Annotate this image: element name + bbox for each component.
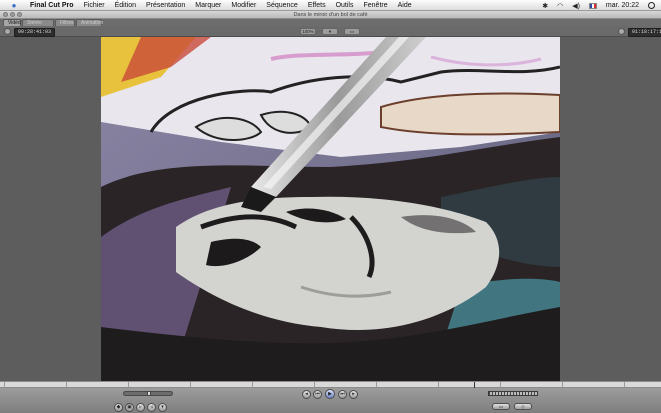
wifi-icon[interactable]: ◠ xyxy=(557,2,563,10)
menu-outils[interactable]: Outils xyxy=(336,2,354,9)
apple-menu-icon[interactable]: ● xyxy=(8,1,20,10)
tab-stereo[interactable]: Stéréo (a1a2) xyxy=(22,19,54,33)
mark-in-icon: ▹ xyxy=(139,404,142,410)
mark-out-button[interactable]: ◃ xyxy=(147,403,156,412)
menu-bar: ● Final Cut Pro Fichier Édition Présenta… xyxy=(0,0,661,11)
previous-edit-icon: ⏮ xyxy=(315,391,320,397)
spotlight-icon[interactable] xyxy=(648,2,655,9)
window-title: Dans le miroir d'un bol de café xyxy=(293,12,368,18)
tab-filtres[interactable]: Filtres xyxy=(55,19,75,26)
play-around-button[interactable]: ▸ xyxy=(349,390,358,399)
mark-clip-icon: ◆ xyxy=(116,404,121,410)
match-frame-button[interactable]: ▣ xyxy=(125,403,134,412)
show-match-frame-button[interactable]: ▭ xyxy=(492,403,510,410)
view-popup[interactable]: ▾ xyxy=(322,28,338,35)
overlay-icon: ▭ xyxy=(349,29,355,34)
french-flag-icon[interactable] xyxy=(588,2,597,9)
menu-presentation[interactable]: Présentation xyxy=(146,2,185,9)
mark-clip-button[interactable]: ◆ xyxy=(114,403,123,412)
overlay-popup[interactable]: ▭ xyxy=(344,28,360,35)
menu-effets[interactable]: Effets xyxy=(308,2,326,9)
current-timecode[interactable]: 01:18:17:11 xyxy=(628,28,661,37)
menu-fenetre[interactable]: Fenêtre xyxy=(364,2,388,9)
play-in-to-out-button[interactable]: ◂ xyxy=(302,390,311,399)
marker-icon: ▾ xyxy=(161,404,164,410)
menu-fichier[interactable]: Fichier xyxy=(84,2,105,9)
shuttle-slider[interactable] xyxy=(123,391,173,396)
play-button[interactable]: ▶ xyxy=(325,389,335,399)
bluetooth-icon[interactable]: ✱ xyxy=(542,2,548,10)
menu-marquer[interactable]: Marquer xyxy=(195,2,221,9)
audio-level-icon[interactable] xyxy=(4,28,11,35)
viewer-titlebar: Dans le miroir d'un bol de café xyxy=(0,11,661,19)
tab-video[interactable]: Vidéo xyxy=(3,19,21,26)
mark-in-button[interactable]: ▹ xyxy=(136,403,145,412)
mark-clip-pill-button[interactable]: ◇ xyxy=(514,403,532,410)
play-around-icon: ▸ xyxy=(352,391,355,397)
video-canvas[interactable] xyxy=(101,37,560,381)
match-frame-icon: ▣ xyxy=(127,404,132,410)
play-in-out-icon: ◂ xyxy=(305,391,308,397)
add-marker-button[interactable]: ▾ xyxy=(158,403,167,412)
scrubber-ticks xyxy=(4,382,657,387)
menu-aide[interactable]: Aide xyxy=(398,2,412,9)
menu-sequence[interactable]: Séquence xyxy=(266,2,298,9)
shuttle-knob[interactable] xyxy=(147,391,151,396)
timecode-clock-icon[interactable] xyxy=(618,28,625,35)
jog-control[interactable] xyxy=(488,391,538,396)
tab-animation[interactable]: Animation xyxy=(76,19,103,26)
duration-timecode[interactable]: 00:28:41:03 xyxy=(14,28,56,37)
menu-clock[interactable]: mar. 20:22 xyxy=(606,2,639,9)
previous-edit-button[interactable]: ⏮ xyxy=(313,390,322,399)
volume-icon[interactable]: ◀) xyxy=(572,2,580,10)
mark-out-icon: ◃ xyxy=(150,404,153,410)
next-edit-icon: ⏭ xyxy=(340,391,345,397)
menu-extras: ✱ ◠ ◀) mar. 20:22 xyxy=(542,0,655,11)
zoom-popup[interactable]: 100% xyxy=(300,28,316,35)
menu-modifier[interactable]: Modifier xyxy=(231,2,256,9)
viewer-tabs: Vidéo Stéréo (a1a2) Filtres Animation xyxy=(0,19,661,33)
chevron-down-icon: ▾ xyxy=(328,29,332,34)
next-edit-button[interactable]: ⏭ xyxy=(338,390,347,399)
menu-edition[interactable]: Édition xyxy=(115,2,136,9)
scrubber-bar[interactable] xyxy=(0,381,661,388)
menu-app-name[interactable]: Final Cut Pro xyxy=(30,2,74,9)
play-icon: ▶ xyxy=(328,391,332,397)
marker-pill-icon: ◇ xyxy=(521,404,525,409)
transport-controls: ◂ ⏮ ▶ ⏭ ▸ ◆ ▣ ▹ ◃ ▾ ▭ ◇ xyxy=(0,388,661,413)
match-icon: ▭ xyxy=(498,404,504,409)
video-frame-image xyxy=(101,37,560,381)
viewer-toolbar: 00:28:41:03 100% ▾ ▭ 01:18:17:11 xyxy=(0,26,661,37)
